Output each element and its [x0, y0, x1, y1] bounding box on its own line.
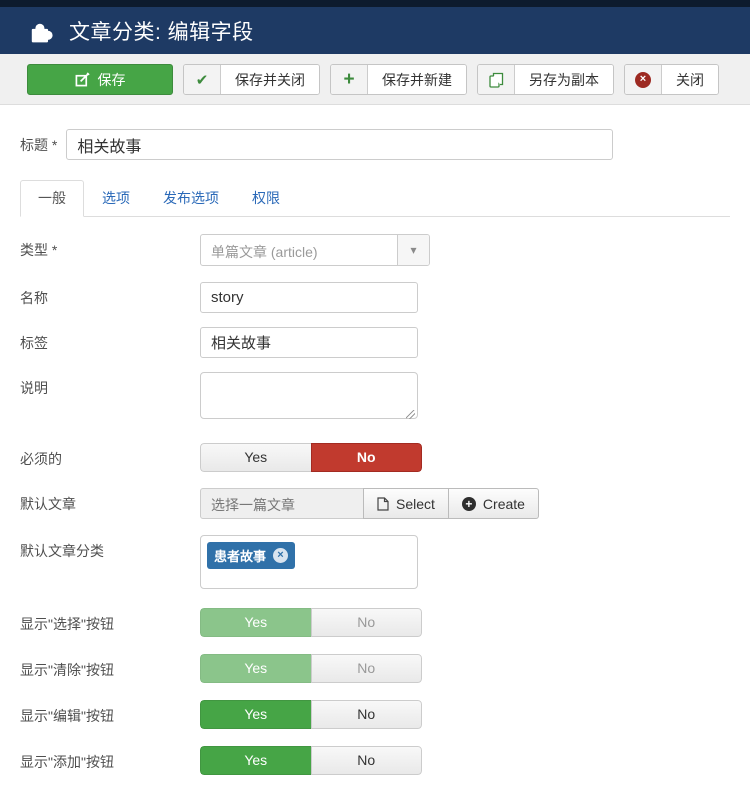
tab-options[interactable]: 选项 — [87, 181, 145, 216]
save-button-label: 保存 — [98, 70, 126, 90]
article-create-button[interactable]: + Create — [448, 488, 539, 519]
category-tag: 患者故事 × — [207, 542, 295, 569]
description-textarea[interactable] — [200, 372, 418, 419]
show-edit-yes-button[interactable]: Yes — [200, 700, 311, 729]
default-article-label: 默认文章 — [20, 488, 200, 519]
type-select[interactable]: 单篇文章 (article) ▾ — [200, 234, 430, 266]
caret-down-icon: ▾ — [397, 235, 429, 265]
title-label: 标题 * — [20, 135, 57, 155]
label-row: 标签 — [20, 327, 730, 358]
type-label: 类型 * — [20, 234, 200, 266]
required-toggle: Yes No — [200, 443, 422, 472]
required-no-button[interactable]: No — [311, 443, 423, 472]
plus-icon: + — [331, 65, 368, 94]
description-row: 说明 — [20, 372, 730, 424]
tab-bar: 一般 选项 发布选项 权限 — [20, 180, 730, 217]
show-add-toggle: Yes No — [200, 746, 422, 775]
header: 文章分类: 编辑字段 — [0, 7, 750, 54]
edit-form: 标题 * 一般 选项 发布选项 权限 类型 * 单篇文章 (article) ▾… — [0, 129, 750, 775]
show-select-yes-button[interactable]: Yes — [200, 608, 311, 637]
show-clear-row: 显示"清除"按钮 Yes No — [20, 654, 730, 683]
description-label: 说明 — [20, 372, 200, 424]
show-edit-label: 显示"编辑"按钮 — [20, 700, 200, 729]
article-create-label: Create — [483, 496, 525, 512]
close-circle-icon: × — [625, 65, 662, 94]
save-close-button[interactable]: ✔ 保存并关闭 — [183, 64, 320, 95]
top-strip — [0, 0, 750, 7]
close-button[interactable]: × 关闭 — [624, 64, 719, 95]
article-select-button[interactable]: Select — [363, 488, 449, 519]
show-select-no-button[interactable]: No — [311, 608, 423, 637]
save-pencil-icon — [75, 72, 90, 87]
name-label: 名称 — [20, 282, 200, 313]
save-copy-label: 另存为副本 — [515, 65, 613, 94]
default-category-row: 默认文章分类 患者故事 × — [20, 535, 730, 589]
title-row: 标题 * — [20, 129, 730, 160]
file-icon — [377, 497, 389, 511]
show-edit-row: 显示"编辑"按钮 Yes No — [20, 700, 730, 729]
show-select-row: 显示"选择"按钮 Yes No — [20, 608, 730, 637]
check-icon: ✔ — [184, 65, 221, 94]
show-add-yes-button[interactable]: Yes — [200, 746, 311, 775]
show-clear-yes-button[interactable]: Yes — [200, 654, 311, 683]
default-article-group: 选择一篇文章 Select + Create — [200, 488, 539, 519]
save-new-button[interactable]: + 保存并新建 — [330, 64, 467, 95]
copy-icon — [478, 65, 515, 94]
type-select-value: 单篇文章 (article) — [201, 235, 397, 265]
default-category-label: 默认文章分类 — [20, 535, 200, 589]
type-row: 类型 * 单篇文章 (article) ▾ — [20, 234, 730, 266]
tag-remove-icon[interactable]: × — [273, 548, 288, 563]
save-button[interactable]: 保存 — [27, 64, 173, 95]
label-input[interactable] — [200, 327, 418, 358]
tab-general[interactable]: 一般 — [20, 180, 84, 217]
article-select-label: Select — [396, 496, 435, 512]
save-new-label: 保存并新建 — [368, 65, 466, 94]
show-select-label: 显示"选择"按钮 — [20, 608, 200, 637]
show-select-toggle: Yes No — [200, 608, 422, 637]
label-label: 标签 — [20, 327, 200, 358]
category-tagbox[interactable]: 患者故事 × — [200, 535, 418, 589]
show-clear-toggle: Yes No — [200, 654, 422, 683]
title-input[interactable] — [66, 129, 613, 160]
required-label: 必须的 — [20, 443, 200, 472]
required-yes-button[interactable]: Yes — [200, 443, 311, 472]
show-add-label: 显示"添加"按钮 — [20, 746, 200, 775]
toolbar: 保存 ✔ 保存并关闭 + 保存并新建 另存为副本 × 关闭 — [0, 54, 750, 105]
tab-permissions[interactable]: 权限 — [237, 181, 295, 216]
save-close-label: 保存并关闭 — [221, 65, 319, 94]
default-article-row: 默认文章 选择一篇文章 Select + Create — [20, 488, 730, 519]
show-edit-no-button[interactable]: No — [311, 700, 423, 729]
save-copy-button[interactable]: 另存为副本 — [477, 64, 614, 95]
show-clear-no-button[interactable]: No — [311, 654, 423, 683]
puzzle-icon — [28, 18, 54, 44]
name-row: 名称 — [20, 282, 730, 313]
description-textarea-wrap — [200, 372, 418, 424]
tab-publishing[interactable]: 发布选项 — [148, 181, 234, 216]
close-label: 关闭 — [662, 65, 718, 94]
required-row: 必须的 Yes No — [20, 443, 730, 472]
show-add-row: 显示"添加"按钮 Yes No — [20, 746, 730, 775]
show-edit-toggle: Yes No — [200, 700, 422, 729]
show-add-no-button[interactable]: No — [311, 746, 423, 775]
name-input[interactable] — [200, 282, 418, 313]
plus-circle-icon: + — [462, 497, 476, 511]
default-article-value: 选择一篇文章 — [200, 488, 364, 519]
page-title: 文章分类: 编辑字段 — [69, 16, 254, 46]
show-clear-label: 显示"清除"按钮 — [20, 654, 200, 683]
category-tag-label: 患者故事 — [214, 546, 266, 565]
